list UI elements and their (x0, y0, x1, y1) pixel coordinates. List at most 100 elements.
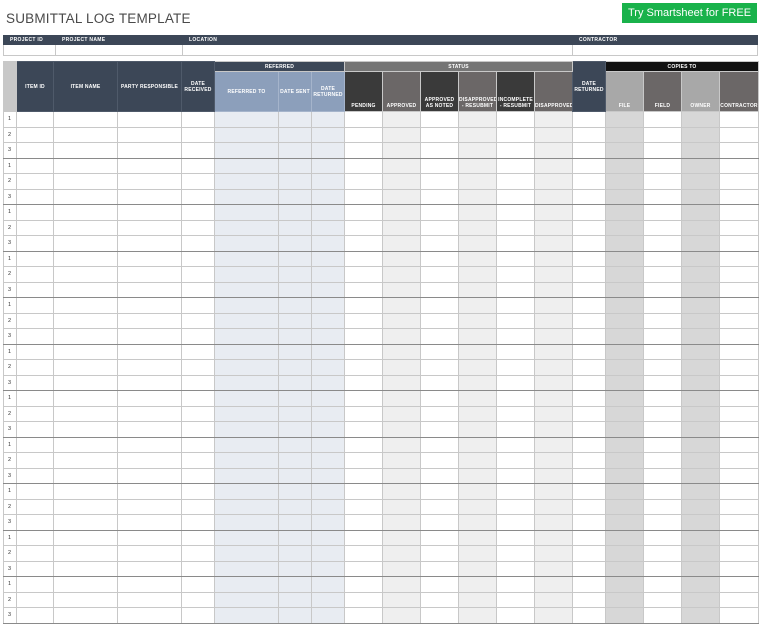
disapproved-cell[interactable] (534, 126, 574, 143)
referred-date-returned-cell[interactable] (310, 498, 346, 515)
date-returned-cell[interactable] (572, 514, 607, 531)
disapproved-cell[interactable] (534, 281, 574, 298)
referred-date-returned-cell[interactable] (310, 111, 346, 128)
field-cell[interactable] (643, 126, 683, 143)
disapproved-resubmit-cell[interactable] (458, 328, 498, 345)
date-returned-cell[interactable] (572, 328, 607, 345)
date-received-cell[interactable] (181, 483, 215, 500)
contractor-copy-cell[interactable] (719, 312, 760, 329)
date-sent-cell[interactable] (278, 498, 312, 515)
incomplete-resubmit-cell[interactable] (496, 560, 536, 577)
approved-as-noted-cell[interactable] (420, 250, 460, 267)
referred-date-returned-cell[interactable] (310, 328, 346, 345)
referred-date-returned-cell[interactable] (310, 405, 346, 422)
approved-as-noted-cell[interactable] (420, 111, 460, 128)
owner-cell[interactable] (681, 219, 721, 236)
approved-as-noted-cell[interactable] (420, 607, 460, 624)
date-returned-cell[interactable] (572, 390, 607, 407)
date-sent-cell[interactable] (278, 126, 312, 143)
approved-cell[interactable] (382, 436, 422, 453)
referred-to-cell[interactable] (214, 607, 279, 624)
field-cell[interactable] (643, 498, 683, 515)
disapproved-resubmit-cell[interactable] (458, 250, 498, 267)
file-cell[interactable] (605, 328, 645, 345)
incomplete-resubmit-cell[interactable] (496, 421, 536, 438)
approved-cell[interactable] (382, 219, 422, 236)
pending-cell[interactable] (344, 436, 384, 453)
approved-cell[interactable] (382, 591, 422, 608)
pending-cell[interactable] (344, 126, 384, 143)
party-responsible-cell[interactable] (117, 529, 182, 546)
approved-as-noted-cell[interactable] (420, 359, 460, 376)
approved-as-noted-cell[interactable] (420, 142, 460, 159)
disapproved-resubmit-cell[interactable] (458, 235, 498, 252)
disapproved-cell[interactable] (534, 607, 574, 624)
date-received-cell[interactable] (181, 297, 215, 314)
incomplete-resubmit-cell[interactable] (496, 452, 536, 469)
referred-date-returned-cell[interactable] (310, 421, 346, 438)
date-sent-cell[interactable] (278, 591, 312, 608)
party-responsible-cell[interactable] (117, 421, 182, 438)
incomplete-resubmit-cell[interactable] (496, 436, 536, 453)
pending-cell[interactable] (344, 297, 384, 314)
item-name-cell[interactable] (53, 343, 118, 360)
disapproved-cell[interactable] (534, 498, 574, 515)
approved-as-noted-cell[interactable] (420, 235, 460, 252)
item-id-cell[interactable] (16, 436, 54, 453)
date-sent-cell[interactable] (278, 250, 312, 267)
date-returned-cell[interactable] (572, 250, 607, 267)
approved-cell[interactable] (382, 297, 422, 314)
pending-cell[interactable] (344, 219, 384, 236)
disapproved-resubmit-cell[interactable] (458, 297, 498, 314)
item-name-cell[interactable] (53, 560, 118, 577)
referred-date-returned-cell[interactable] (310, 452, 346, 469)
referred-to-cell[interactable] (214, 421, 279, 438)
item-name-cell[interactable] (53, 188, 118, 205)
approved-as-noted-cell[interactable] (420, 498, 460, 515)
date-received-cell[interactable] (181, 607, 215, 624)
date-returned-cell[interactable] (572, 607, 607, 624)
pending-cell[interactable] (344, 235, 384, 252)
file-cell[interactable] (605, 591, 645, 608)
referred-to-cell[interactable] (214, 343, 279, 360)
date-sent-cell[interactable] (278, 483, 312, 500)
date-sent-cell[interactable] (278, 607, 312, 624)
item-id-cell[interactable] (16, 219, 54, 236)
referred-date-returned-cell[interactable] (310, 297, 346, 314)
approved-cell[interactable] (382, 343, 422, 360)
file-cell[interactable] (605, 452, 645, 469)
disapproved-cell[interactable] (534, 560, 574, 577)
file-cell[interactable] (605, 266, 645, 283)
owner-cell[interactable] (681, 514, 721, 531)
date-received-cell[interactable] (181, 374, 215, 391)
approved-as-noted-cell[interactable] (420, 126, 460, 143)
disapproved-resubmit-cell[interactable] (458, 483, 498, 500)
field-cell[interactable] (643, 235, 683, 252)
incomplete-resubmit-cell[interactable] (496, 219, 536, 236)
incomplete-resubmit-cell[interactable] (496, 126, 536, 143)
item-id-cell[interactable] (16, 560, 54, 577)
disapproved-resubmit-cell[interactable] (458, 266, 498, 283)
disapproved-resubmit-cell[interactable] (458, 452, 498, 469)
item-name-cell[interactable] (53, 157, 118, 174)
owner-cell[interactable] (681, 111, 721, 128)
file-cell[interactable] (605, 545, 645, 562)
owner-cell[interactable] (681, 374, 721, 391)
disapproved-cell[interactable] (534, 483, 574, 500)
approved-cell[interactable] (382, 452, 422, 469)
item-id-cell[interactable] (16, 173, 54, 190)
field-cell[interactable] (643, 560, 683, 577)
disapproved-cell[interactable] (534, 297, 574, 314)
item-id-cell[interactable] (16, 111, 54, 128)
approved-cell[interactable] (382, 328, 422, 345)
item-id-cell[interactable] (16, 498, 54, 515)
field-cell[interactable] (643, 467, 683, 484)
item-name-cell[interactable] (53, 483, 118, 500)
referred-to-cell[interactable] (214, 126, 279, 143)
field-cell[interactable] (643, 405, 683, 422)
file-cell[interactable] (605, 607, 645, 624)
approved-as-noted-cell[interactable] (420, 452, 460, 469)
date-received-cell[interactable] (181, 359, 215, 376)
date-sent-cell[interactable] (278, 374, 312, 391)
disapproved-cell[interactable] (534, 266, 574, 283)
